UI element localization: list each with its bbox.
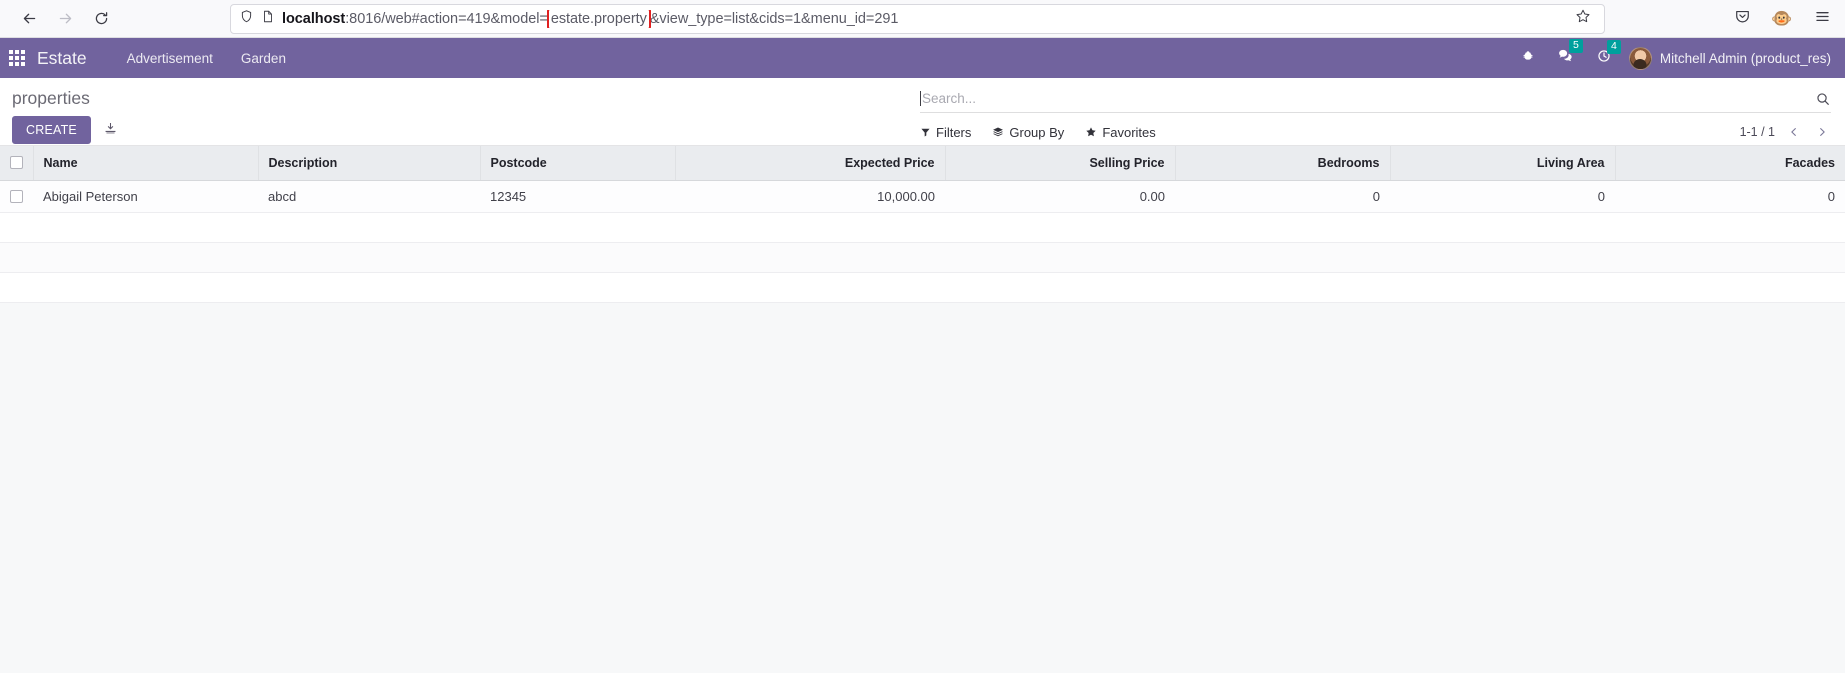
empty-cell (0, 272, 1845, 303)
page-background (0, 302, 1845, 655)
browser-nav-buttons (12, 4, 118, 34)
page-icon[interactable] (261, 9, 275, 29)
filter-funnel-icon (920, 127, 931, 138)
empty-cell (0, 212, 1845, 243)
select-all-header (0, 146, 34, 181)
reload-icon (93, 10, 110, 27)
url-after-highlight: &view_type=list&cids=1&menu_id=291 (649, 10, 899, 27)
back-arrow-icon (21, 10, 38, 27)
pager-next-button[interactable] (1813, 125, 1831, 139)
control-panel-buttons: CREATE (12, 116, 120, 144)
search-caret (920, 91, 921, 106)
url-host: localhost (282, 10, 346, 27)
reload-button[interactable] (84, 4, 118, 34)
filters-button[interactable]: Filters (920, 125, 971, 140)
cell-postcode: 12345 (480, 180, 675, 213)
navbar-systray: 5 4 Mitchell Admin (product_res) (1510, 39, 1831, 70)
cell-facades: 0 (1615, 180, 1845, 213)
page-title: properties (12, 88, 90, 108)
messages-button[interactable]: 5 (1546, 39, 1585, 69)
table-empty-row (0, 212, 1845, 243)
cell-living-area: 0 (1390, 180, 1615, 213)
extension-button[interactable]: 🐵 (1769, 6, 1795, 32)
search-icon[interactable] (1815, 91, 1831, 107)
column-header-description[interactable]: Description (258, 146, 481, 181)
back-button[interactable] (12, 4, 46, 34)
user-name: Mitchell Admin (product_res) (1659, 50, 1831, 66)
forward-arrow-icon (57, 10, 74, 27)
shield-icon[interactable] (239, 9, 254, 29)
address-bar[interactable]: localhost:8016/web#action=419&model= esta… (230, 3, 1605, 34)
favorites-button[interactable]: Favorites (1085, 124, 1156, 140)
column-header-selling-price[interactable]: Selling Price (945, 146, 1176, 181)
cell-selling-price: 0.00 (945, 180, 1175, 213)
create-button[interactable]: CREATE (12, 116, 91, 144)
apps-grid-icon[interactable] (9, 50, 25, 66)
browser-menu-button[interactable] (1809, 6, 1835, 32)
cell-expected-price: 10,000.00 (675, 180, 945, 213)
column-header-bedrooms[interactable]: Bedrooms (1175, 146, 1391, 181)
browser-right-icons: 🐵 (1729, 6, 1835, 32)
url-before-highlight: :8016/web#action=419&model= (345, 10, 548, 27)
pager: 1-1 / 1 (1740, 125, 1831, 139)
debug-menu-button[interactable] (1510, 49, 1546, 68)
group-by-label: Group By (1009, 124, 1065, 140)
avatar (1628, 46, 1652, 70)
table-empty-row (0, 242, 1845, 273)
pager-value: 1-1 / 1 (1739, 125, 1775, 139)
favorites-star-icon (1085, 126, 1097, 138)
pocket-button[interactable] (1729, 6, 1755, 32)
navbar-menu-advertisement[interactable]: Advertisement (113, 51, 227, 66)
empty-cell (0, 242, 1845, 273)
table-row[interactable]: Abigail Peterson abcd 12345 10,000.00 0.… (0, 180, 1845, 213)
app-brand-estate[interactable]: Estate (37, 48, 87, 69)
column-header-name[interactable]: Name (33, 146, 259, 181)
favorites-label: Favorites (1102, 124, 1156, 140)
select-all-checkbox[interactable] (10, 156, 23, 170)
control-panel-right: Filters Group By Favorit (920, 86, 1831, 147)
forward-button[interactable] (48, 4, 82, 34)
filters-label: Filters (936, 124, 972, 140)
browser-toolbar: localhost:8016/web#action=419&model= esta… (0, 0, 1845, 38)
cell-description: abcd (258, 180, 480, 213)
column-header-expected-price[interactable]: Expected Price (675, 146, 946, 181)
search-input[interactable] (922, 91, 1815, 106)
hamburger-menu-icon (1814, 8, 1831, 30)
import-button[interactable] (101, 119, 120, 142)
group-by-layers-icon (992, 126, 1004, 138)
search-bar[interactable] (920, 86, 1831, 113)
list-view: Name Description Postcode Expected Price… (0, 146, 1845, 303)
table-body: Abigail Peterson abcd 12345 10,000.00 0.… (0, 180, 1845, 303)
column-header-living-area[interactable]: Living Area (1390, 146, 1616, 181)
table-head: Name Description Postcode Expected Price… (0, 146, 1845, 181)
pocket-save-icon (1734, 8, 1751, 30)
row-select-cell (0, 180, 33, 213)
activity-button[interactable]: 4 (1585, 39, 1623, 69)
column-header-postcode[interactable]: Postcode (480, 146, 676, 181)
import-download-icon (103, 121, 118, 140)
odoo-navbar: Estate Advertisement Garden 5 4 Mitchell… (0, 38, 1845, 78)
cell-bedrooms: 0 (1175, 180, 1390, 213)
activity-badge: 4 (1606, 39, 1621, 54)
url-highlighted-model: estate.property (546, 9, 651, 28)
group-by-button[interactable]: Group By (992, 125, 1064, 140)
monkey-extension-icon: 🐵 (1771, 9, 1793, 28)
messages-badge: 5 (1568, 39, 1583, 53)
bug-icon (1521, 49, 1535, 68)
control-panel-left: properties CREATE (12, 87, 120, 144)
bookmark-star-icon (1575, 8, 1591, 29)
properties-table: Name Description Postcode Expected Price… (0, 146, 1845, 303)
cell-name: Abigail Peterson (33, 180, 258, 213)
table-empty-row (0, 272, 1845, 303)
row-checkbox[interactable] (10, 189, 23, 203)
navbar-menu-garden[interactable]: Garden (227, 51, 300, 66)
pager-previous-button[interactable] (1785, 125, 1803, 139)
column-header-facades[interactable]: Facades (1615, 146, 1845, 181)
filter-row: Filters Group By Favorites 1-1 / 1 (920, 117, 1831, 147)
url-text[interactable]: localhost:8016/web#action=419&model= esta… (282, 9, 1563, 28)
control-panel: properties CREATE Search... Filters Grou… (0, 78, 1845, 146)
bookmark-button[interactable] (1570, 6, 1596, 32)
table-header-row: Name Description Postcode Expected Price… (0, 146, 1845, 181)
user-menu[interactable]: Mitchell Admin (product_res) (1628, 46, 1831, 70)
